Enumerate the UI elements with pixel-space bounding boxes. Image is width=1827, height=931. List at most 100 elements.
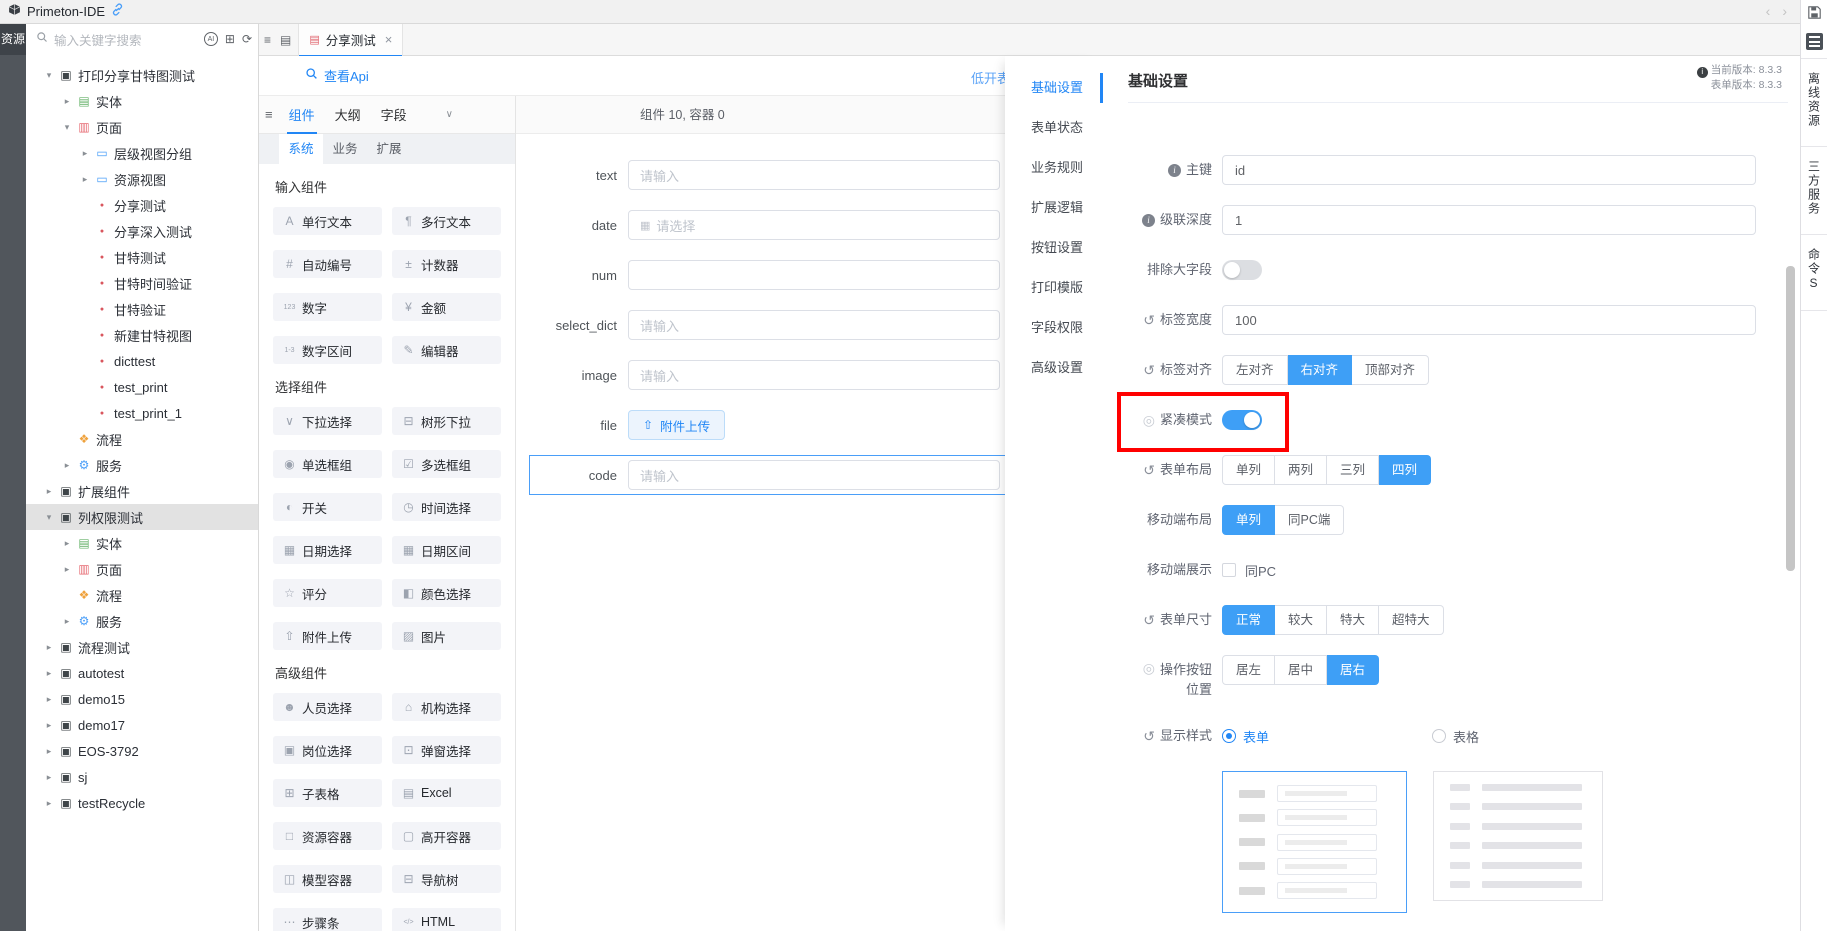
palette-item-time-picker[interactable]: ◷时间选择 [392,493,501,521]
tree-item[interactable]: ●dicttest [26,348,258,374]
tree-item[interactable]: ▸▣EOS-3792 [26,738,258,764]
palette-item-number[interactable]: 123数字 [273,293,382,321]
segment-option[interactable]: 超特大 [1379,605,1444,635]
tree-item[interactable]: ●test_print_1 [26,400,258,426]
nav-forward-icon[interactable]: › [1782,3,1787,19]
palette-category-tab[interactable]: 系统 [279,134,323,164]
palette-item-html[interactable]: </>HTML [392,908,501,931]
palette-item-date-range[interactable]: ▦日期区间 [392,536,501,564]
tree-item[interactable]: ▸▣扩展组件 [26,478,258,504]
form-field-row[interactable]: date▦请选择 [516,210,1005,240]
data-panel-tab[interactable] [1801,24,1827,59]
palette-item-textarea[interactable]: ¶多行文本 [392,207,501,235]
field-input[interactable]: ▦请选择 [628,210,1000,240]
reset-icon[interactable]: ↺ [1143,462,1155,479]
palette-item-post-select[interactable]: ▣岗位选择 [273,736,382,764]
palette-item-image[interactable]: ▨图片 [392,622,501,650]
palette-category-tab[interactable]: 业务 [323,134,367,164]
tree-item[interactable]: ●test_print [26,374,258,400]
palette-item-counter[interactable]: ±计数器 [392,250,501,278]
tree-item[interactable]: ▸▣demo15 [26,686,258,712]
tree-item[interactable]: ●新建甘特视图 [26,322,258,348]
palette-item-checkbox-group[interactable]: ☑多选框组 [392,450,501,478]
tree-item[interactable]: ▾▥页面 [26,114,258,140]
segment-option[interactable]: 特大 [1327,605,1379,635]
tree-item[interactable]: ▸▭资源视图 [26,166,258,192]
palette-item-text[interactable]: A单行文本 [273,207,382,235]
palette-item-dialog-select[interactable]: ⊡弹窗选择 [392,736,501,764]
field-input[interactable]: 请输入 [628,310,1000,340]
nav-back-icon[interactable]: ‹ [1766,3,1771,19]
palette-item-radio-group[interactable]: ◉单选框组 [273,450,382,478]
palette-item-user-select[interactable]: ☻人员选择 [273,693,382,721]
settings-menu-item[interactable]: 按钮设置 [1005,228,1103,268]
expand-arrow-icon[interactable]: ▸ [42,486,56,497]
palette-item-date-picker[interactable]: ▦日期选择 [273,536,382,564]
form-field-row[interactable]: image请输入 [516,360,1005,390]
palette-item-switch[interactable]: ◐开关 [273,493,382,521]
resources-rail-tab[interactable]: 资源 [0,24,26,55]
field-input[interactable]: 请输入 [628,160,1000,190]
palette-item-tree-select[interactable]: ⊟树形下拉 [392,407,501,435]
tree-item[interactable]: ●甘特验证 [26,296,258,322]
view-api-button[interactable]: 查看Api [324,66,369,85]
palette-menu-icon[interactable]: ≡ [265,107,273,122]
form-field-row[interactable]: file⇧附件上传 [516,410,1005,440]
segment-option[interactable]: 居中 [1275,655,1327,685]
expand-arrow-icon[interactable]: ▸ [78,174,92,185]
palette-item-editor[interactable]: ✎编辑器 [392,336,501,364]
segment-option[interactable]: 单列 [1222,505,1275,535]
settings-menu-item[interactable]: 基础设置 [1005,68,1103,108]
tree-item[interactable]: ▸⚙服务 [26,452,258,478]
checkbox[interactable]: 同PC [1222,561,1276,580]
palette-item-currency[interactable]: ¥金额 [392,293,501,321]
refresh-icon[interactable]: ⟳ [242,33,252,45]
form-field-row[interactable]: select_dict请输入 [516,310,1005,340]
tree-item[interactable]: ▸▤实体 [26,530,258,556]
settings-menu-item[interactable]: 打印模版 [1005,268,1103,308]
segment-option[interactable]: 同PC端 [1275,505,1344,535]
palette-item-color-picker[interactable]: ◧颜色选择 [392,579,501,607]
tab-close-icon[interactable]: × [385,32,393,47]
segment-option[interactable]: 四列 [1379,455,1431,485]
form-field-row[interactable]: num [516,260,1005,290]
expand-arrow-icon[interactable]: ▾ [60,122,74,133]
palette-item-org-select[interactable]: ⌂机构选择 [392,693,501,721]
palette-item-rate[interactable]: ☆评分 [273,579,382,607]
palette-item-select[interactable]: ∨下拉选择 [273,407,382,435]
tree-item[interactable]: ●分享深入测试 [26,218,258,244]
settings-scrollbar[interactable] [1786,266,1795,571]
expand-arrow-icon[interactable]: ▸ [78,148,92,159]
settings-input[interactable]: 100 [1222,305,1756,335]
segment-option[interactable]: 居左 [1222,655,1275,685]
save-icon[interactable] [1801,0,1827,24]
palette-item-serial[interactable]: #自动编号 [273,250,382,278]
reset-icon[interactable]: ↺ [1143,728,1155,745]
expand-arrow-icon[interactable]: ▸ [42,720,56,731]
palette-view-tab[interactable]: 组件 [287,96,317,134]
form-field-row[interactable]: code请输入 [516,460,1005,490]
form-style-preview[interactable] [1222,771,1407,913]
search-input[interactable]: 输入关键字搜索 [54,30,198,49]
palette-item-steps[interactable]: ⋯步骤条 [273,908,382,931]
field-input[interactable] [628,260,1000,290]
expand-arrow-icon[interactable]: ▸ [42,746,56,757]
form-field-row[interactable]: text请输入 [516,160,1005,190]
field-input[interactable]: 请输入 [628,460,1000,490]
settings-menu-item[interactable]: 业务规则 [1005,148,1103,188]
expand-arrow-icon[interactable]: ▸ [60,96,74,107]
segment-option[interactable]: 三列 [1327,455,1379,485]
palette-item-upload[interactable]: ⇧附件上传 [273,622,382,650]
tree-item[interactable]: ●甘特测试 [26,244,258,270]
tree-item[interactable]: ▸▭层级视图分组 [26,140,258,166]
share-link-icon[interactable] [111,3,124,21]
tree-item[interactable]: ●甘特时间验证 [26,270,258,296]
tree-item[interactable]: ▾▣打印分享甘特图测试 [26,62,258,88]
tree-item[interactable]: ▾▣列权限测试 [26,504,258,530]
expand-arrow-icon[interactable]: ▸ [60,564,74,575]
collapse-list-icon[interactable]: ≡ [264,33,271,47]
settings-menu-item[interactable]: 字段权限 [1005,308,1103,348]
tree-item[interactable]: ❖流程 [26,582,258,608]
palette-item-sub-table[interactable]: ⊞子表格 [273,779,382,807]
segment-option[interactable]: 左对齐 [1222,355,1288,385]
